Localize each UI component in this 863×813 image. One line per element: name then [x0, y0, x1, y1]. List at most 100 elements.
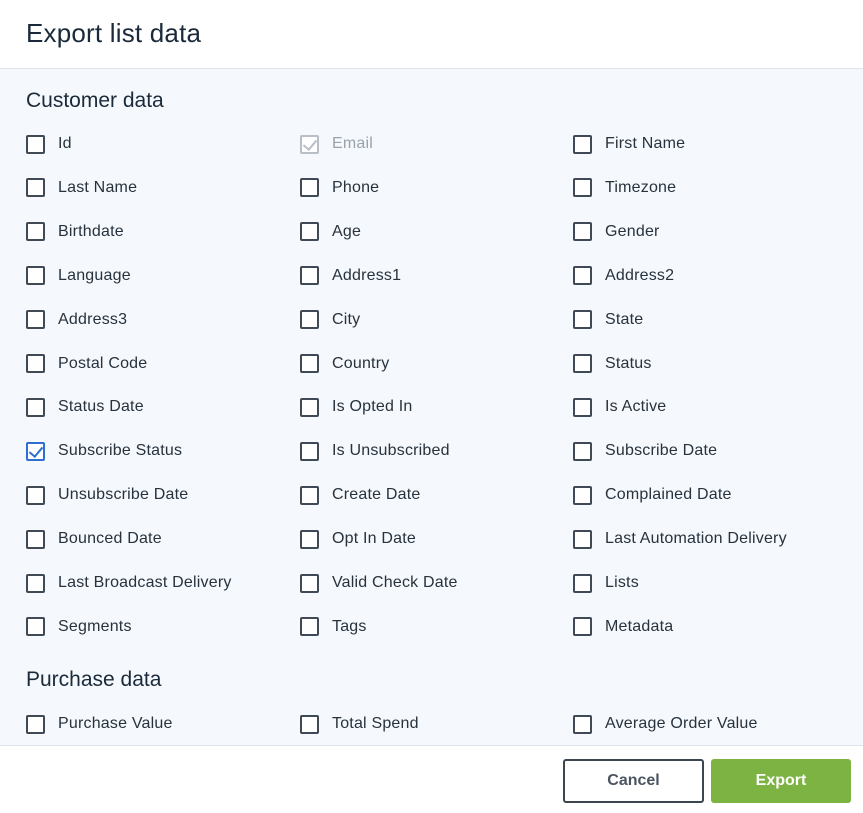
option-label: Is Active	[605, 398, 667, 416]
option-label: Phone	[332, 178, 380, 196]
checkbox-postal-code[interactable]	[26, 354, 45, 373]
option-label: Lists	[605, 574, 639, 591]
checkbox-is-opted-in[interactable]	[300, 397, 319, 417]
option-id[interactable]: Id	[26, 133, 72, 155]
option-address2[interactable]: Address2	[573, 265, 674, 287]
checkbox-last-name[interactable]	[26, 178, 45, 198]
option-label: Unsubscribe Date	[58, 486, 189, 504]
option-last-broadcast-delivery[interactable]: Last Broadcast Delivery	[26, 572, 232, 594]
option-unsubscribe-date[interactable]: Unsubscribe Date	[26, 484, 188, 506]
option-first-name[interactable]: First Name	[573, 133, 685, 155]
option-lists[interactable]: Lists	[573, 572, 639, 594]
checkbox-is-unsubscribed[interactable]	[300, 441, 319, 461]
option-label: Timezone	[605, 178, 677, 196]
option-tags[interactable]: Tags	[300, 616, 367, 638]
option-status[interactable]: Status	[573, 353, 652, 375]
option-city[interactable]: City	[300, 309, 360, 331]
option-birthdate[interactable]: Birthdate	[26, 221, 124, 243]
option-complained-date[interactable]: Complained Date	[573, 484, 732, 506]
checkbox-status-date[interactable]	[26, 397, 45, 417]
option-segments[interactable]: Segments	[26, 616, 132, 638]
option-total-spend[interactable]: Total Spend	[300, 713, 419, 735]
checkbox-tags[interactable]	[300, 617, 319, 637]
option-label: Postal Code	[58, 354, 148, 372]
option-is-opted-in[interactable]: Is Opted In	[300, 396, 412, 418]
checkbox-state[interactable]	[573, 310, 592, 330]
checkbox-birthdate[interactable]	[26, 222, 45, 242]
option-subscribe-date[interactable]: Subscribe Date	[573, 440, 717, 462]
option-timezone[interactable]: Timezone	[573, 177, 676, 199]
option-label: Address3	[58, 310, 128, 328]
option-status-date[interactable]: Status Date	[26, 396, 144, 418]
option-is-active[interactable]: Is Active	[573, 396, 666, 418]
checkbox-lists[interactable]	[573, 573, 592, 593]
export-button[interactable]: Export	[711, 759, 851, 803]
checkbox-address3[interactable]	[26, 310, 45, 330]
option-postal-code[interactable]: Postal Code	[26, 353, 147, 375]
checkbox-metadata[interactable]	[573, 617, 592, 637]
option-language[interactable]: Language	[26, 265, 131, 287]
option-opt-in-date[interactable]: Opt In Date	[300, 528, 416, 550]
option-last-automation-delivery[interactable]: Last Automation Delivery	[573, 528, 787, 550]
option-label: Subscribe Status	[58, 442, 183, 460]
option-metadata[interactable]: Metadata	[573, 616, 673, 638]
option-address1[interactable]: Address1	[300, 265, 401, 287]
option-label: Create Date	[332, 486, 421, 504]
checkbox-gender[interactable]	[573, 222, 592, 242]
checkbox-bounced-date[interactable]	[26, 529, 45, 549]
option-address3[interactable]: Address3	[26, 309, 127, 331]
dialog-body[interactable]: Customer data Id Email First Name Last Name…	[0, 69, 863, 745]
option-country[interactable]: Country	[300, 353, 389, 375]
checkbox-email	[300, 134, 319, 154]
checkbox-last-broadcast-delivery[interactable]	[26, 573, 45, 593]
checkbox-purchase-value[interactable]	[26, 714, 45, 734]
option-create-date[interactable]: Create Date	[300, 484, 420, 506]
option-last-name[interactable]: Last Name	[26, 177, 137, 199]
checkbox-subscribe-date[interactable]	[573, 441, 592, 461]
checkbox-complained-date[interactable]	[573, 485, 592, 505]
checkbox-total-spend[interactable]	[300, 714, 319, 734]
option-phone[interactable]: Phone	[300, 177, 379, 199]
checkbox-status[interactable]	[573, 354, 592, 373]
option-label: Status Date	[58, 398, 144, 416]
export-dialog: Export list data Customer data Id Email Fi…	[0, 0, 863, 813]
option-age[interactable]: Age	[300, 221, 361, 243]
checkbox-city[interactable]	[300, 310, 319, 330]
checkbox-address1[interactable]	[300, 266, 319, 286]
cancel-button[interactable]: Cancel	[563, 759, 704, 803]
option-is-unsubscribed[interactable]: Is Unsubscribed	[300, 440, 450, 462]
checkbox-language[interactable]	[26, 266, 45, 286]
option-email: Email	[300, 133, 373, 155]
checkbox-valid-check-date[interactable]	[300, 573, 319, 593]
option-label: Purchase Value	[58, 715, 173, 732]
option-bounced-date[interactable]: Bounced Date	[26, 528, 162, 550]
checkbox-segments[interactable]	[26, 617, 45, 637]
checkbox-age[interactable]	[300, 222, 319, 242]
option-label: Metadata	[605, 617, 674, 635]
option-label: Subscribe Date	[605, 442, 718, 460]
option-purchase-value[interactable]: Purchase Value	[26, 713, 173, 735]
checkbox-timezone[interactable]	[573, 178, 592, 198]
checkbox-is-active[interactable]	[573, 397, 592, 417]
option-state[interactable]: State	[573, 309, 643, 331]
option-average-order-value[interactable]: Average Order Value	[573, 713, 758, 735]
option-subscribe-status[interactable]: Subscribe Status	[26, 440, 182, 462]
option-gender[interactable]: Gender	[573, 221, 660, 243]
option-valid-check-date[interactable]: Valid Check Date	[300, 572, 458, 594]
option-label: Valid Check Date	[332, 574, 458, 591]
checkbox-last-automation-delivery[interactable]	[573, 529, 592, 549]
checkbox-id[interactable]	[26, 134, 45, 154]
checkbox-create-date[interactable]	[300, 485, 319, 505]
option-label: Last Name	[58, 178, 138, 196]
checkbox-subscribe-status[interactable]	[26, 441, 45, 461]
checkbox-opt-in-date[interactable]	[300, 529, 319, 549]
checkbox-average-order-value[interactable]	[573, 714, 592, 734]
dialog-header: Export list data	[0, 0, 863, 69]
dialog-footer: Cancel Export	[0, 745, 863, 813]
option-label: Total Spend	[332, 715, 419, 732]
checkbox-country[interactable]	[300, 354, 319, 373]
checkbox-address2[interactable]	[573, 266, 592, 286]
checkbox-phone[interactable]	[300, 178, 319, 198]
checkbox-unsubscribe-date[interactable]	[26, 485, 45, 505]
checkbox-first-name[interactable]	[573, 134, 592, 154]
